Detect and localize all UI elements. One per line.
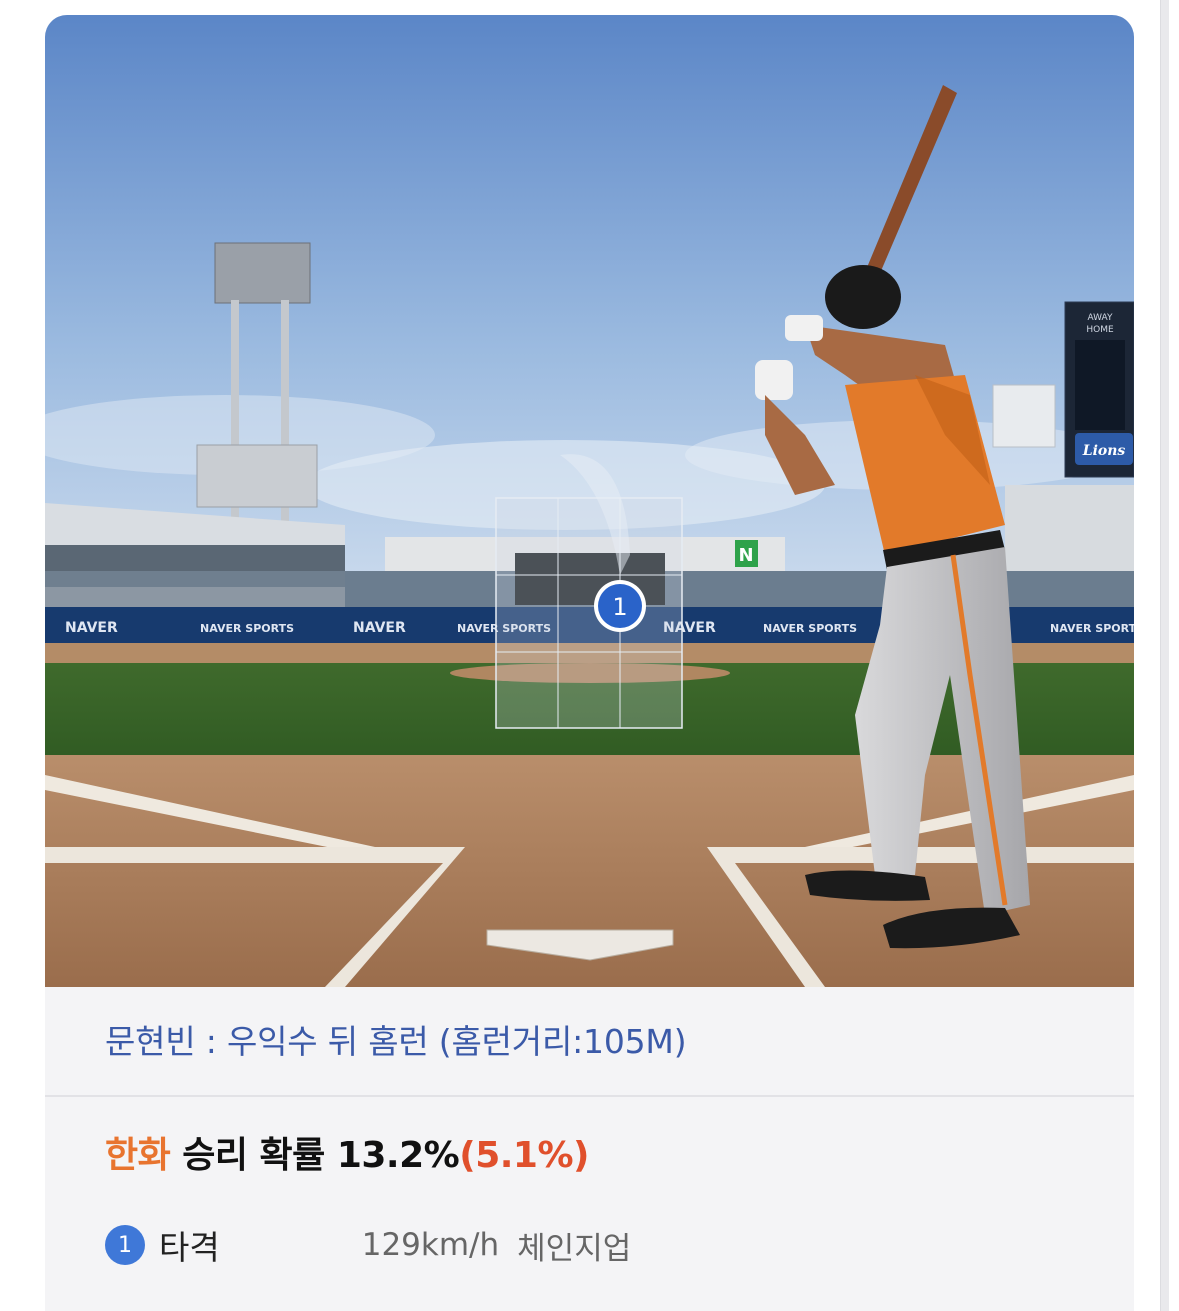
pitch-number-badge: 1 xyxy=(105,1225,145,1265)
svg-text:Lions: Lions xyxy=(1082,443,1126,459)
board-naver-sports-3: NAVER SPORTS xyxy=(763,622,857,635)
board-naver-1: NAVER xyxy=(65,620,118,636)
board-naver-2: NAVER xyxy=(353,620,406,636)
win-probability: 한화 승리 확률 13.2%(5.1%) xyxy=(105,1126,589,1178)
pitch-row[interactable]: 1 타격 129km/h 체인지업 xyxy=(105,1220,631,1270)
pitch-marker-1[interactable]: 1 xyxy=(594,580,646,632)
board-naver-sports-1: NAVER SPORTS xyxy=(200,622,294,635)
play-card: N AWAY HOME Lions NAVER NAVER SPORTS NAV… xyxy=(45,15,1134,1311)
win-probability-text: 승리 확률 13.2% xyxy=(170,1135,460,1176)
scoreboard: AWAY HOME Lions xyxy=(1064,301,1134,478)
win-probability-delta: (5.1%) xyxy=(459,1135,589,1176)
svg-text:AWAY: AWAY xyxy=(1087,313,1113,323)
pitch-type: 체인지업 xyxy=(517,1230,632,1267)
svg-text:HOME: HOME xyxy=(1086,325,1114,335)
pitch-result-label: 타격 xyxy=(159,1228,220,1267)
play-description: 문현빈 : 우익수 뒤 홈런 (홈런거리:105M) xyxy=(105,1022,687,1061)
svg-text:1: 1 xyxy=(612,593,627,621)
scrollbar-track[interactable] xyxy=(1160,0,1169,1311)
board-naver-sports-4: NAVER SPORTS xyxy=(1050,622,1134,635)
stadium-scene: N AWAY HOME Lions NAVER NAVER SPORTS NAV… xyxy=(45,15,1134,987)
team-name: 한화 xyxy=(105,1135,171,1176)
svg-text:N: N xyxy=(738,545,753,566)
section-divider xyxy=(45,1095,1134,1097)
pitch-speed: 129km/h xyxy=(361,1227,500,1263)
